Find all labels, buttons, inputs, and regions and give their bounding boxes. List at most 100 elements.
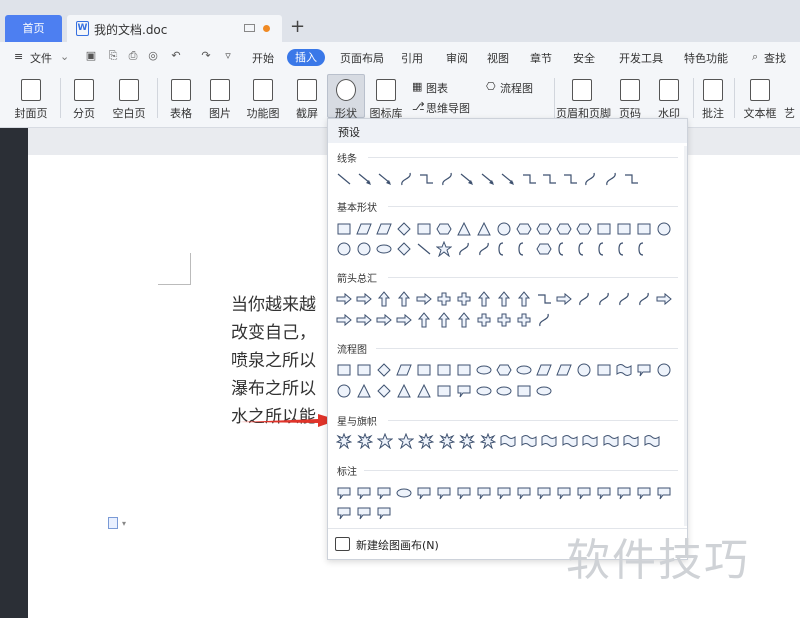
callout-shape-2[interactable]	[356, 485, 372, 501]
doc-line-3[interactable]: 喷泉之所以	[231, 346, 316, 371]
menu-view[interactable]: 视图	[487, 50, 509, 66]
callout-shape-15[interactable]	[616, 485, 632, 501]
basic-shape-4[interactable]	[396, 221, 412, 237]
flowchart-shape-b-3[interactable]	[376, 383, 392, 399]
line-shape-3[interactable]	[377, 171, 393, 187]
callout-shape-17[interactable]	[656, 485, 672, 501]
arrow-shape-7[interactable]	[456, 291, 472, 307]
menu-reference[interactable]: 引用	[401, 50, 423, 66]
arrow-shape-b-7[interactable]	[456, 312, 472, 328]
arrow-shape-5[interactable]	[416, 291, 432, 307]
star-shape-11[interactable]	[541, 433, 557, 449]
table-button[interactable]: 表格	[162, 72, 200, 128]
flowchart-shape-5[interactable]	[416, 362, 432, 378]
basic-shape-13[interactable]	[576, 221, 592, 237]
star-shape-9[interactable]	[500, 433, 516, 449]
arrow-shape-3[interactable]	[376, 291, 392, 307]
arrow-shape-14[interactable]	[596, 291, 612, 307]
comment-button[interactable]: 批注	[696, 72, 730, 128]
art-text-button[interactable]: 艺	[784, 72, 800, 128]
basic-shape-b-12[interactable]	[556, 241, 572, 257]
flowchart-shape-13[interactable]	[576, 362, 592, 378]
arrow-shape-13[interactable]	[576, 291, 592, 307]
flowchart-shape-b-1[interactable]	[336, 383, 352, 399]
basic-shape-17[interactable]	[656, 221, 672, 237]
star-shape-6[interactable]	[438, 433, 455, 449]
star-shape-5[interactable]	[418, 433, 434, 449]
line-shape-9[interactable]	[500, 171, 516, 187]
star-shape-16[interactable]	[644, 433, 660, 449]
flowchart-shape-4[interactable]	[396, 362, 412, 378]
textbox-button[interactable]: 文本框	[737, 72, 783, 128]
menu-features[interactable]: 特色功能	[684, 50, 728, 66]
basic-shape-3[interactable]	[376, 221, 392, 237]
flowchart-shape-b-11[interactable]	[536, 383, 552, 399]
callout-shape-8[interactable]	[476, 485, 492, 501]
basic-shape-b-16[interactable]	[636, 241, 652, 257]
search-icon[interactable]: ⌕	[752, 50, 758, 64]
basic-shape-7[interactable]	[456, 221, 472, 237]
flowchart-shape-10[interactable]	[516, 362, 532, 378]
flowchart-shape-8[interactable]	[476, 362, 492, 378]
line-shape-15[interactable]	[623, 171, 639, 187]
doc-options-icon[interactable]	[108, 517, 118, 529]
doc-line-2[interactable]: 改变自己，	[231, 318, 316, 343]
arrow-shape-12[interactable]	[556, 291, 572, 307]
canvas-icon[interactable]	[335, 537, 350, 551]
scrollbar[interactable]	[684, 146, 687, 526]
arrow-shape-16[interactable]	[636, 291, 652, 307]
star-shape-8[interactable]	[479, 433, 496, 449]
line-shape-14[interactable]	[603, 171, 619, 187]
callout-shape-11[interactable]	[536, 485, 552, 501]
basic-shape-b-13[interactable]	[576, 241, 592, 257]
chart-icon[interactable]: ▦	[412, 80, 422, 93]
menu-review[interactable]: 审阅	[446, 50, 468, 66]
arrow-shape-1[interactable]	[336, 291, 352, 307]
function-chart-button[interactable]: 功能图	[240, 72, 286, 128]
flowchart-shape-b-2[interactable]	[356, 383, 372, 399]
monitor-icon[interactable]	[244, 24, 255, 32]
star-shape-7[interactable]	[459, 433, 475, 449]
arrow-shape-11[interactable]	[536, 291, 552, 307]
basic-shape-b-9[interactable]	[496, 241, 512, 257]
line-shape-12[interactable]	[562, 171, 578, 187]
flowchart-shape-6[interactable]	[436, 362, 452, 378]
callout-shape-b-2[interactable]	[356, 505, 372, 521]
star-shape-13[interactable]	[582, 433, 598, 449]
basic-shape-b-1[interactable]	[336, 241, 352, 257]
callout-shape-b-3[interactable]	[376, 505, 392, 521]
star-shape-4[interactable]	[397, 433, 414, 449]
star-shape-2[interactable]	[356, 433, 373, 449]
line-shape-4[interactable]	[398, 171, 414, 187]
mindmap-button[interactable]: 思维导图	[426, 100, 470, 116]
menu-page-layout[interactable]: 页面布局	[340, 50, 384, 66]
callout-shape-10[interactable]	[516, 485, 532, 501]
menu-developer[interactable]: 开发工具	[619, 50, 663, 66]
chevron-down-icon[interactable]: ⌄	[60, 50, 69, 63]
basic-shape-5[interactable]	[416, 221, 432, 237]
flowchart-shape-7[interactable]	[456, 362, 472, 378]
basic-shape-b-8[interactable]	[476, 241, 492, 257]
redo-icon[interactable]: ↷	[200, 50, 212, 62]
basic-shape-16[interactable]	[636, 221, 652, 237]
flowchart-shape-15[interactable]	[616, 362, 632, 378]
callout-shape-16[interactable]	[636, 485, 652, 501]
callout-shape-7[interactable]	[456, 485, 472, 501]
new-tab-button[interactable]: +	[290, 16, 305, 37]
doc-line-4[interactable]: 瀑布之所以	[231, 374, 316, 399]
callout-shape-5[interactable]	[416, 485, 432, 501]
callout-shape-3[interactable]	[376, 485, 392, 501]
screenshot-button[interactable]: 截屏	[288, 72, 326, 128]
menu-file[interactable]: 文件	[30, 50, 52, 66]
menu-start[interactable]: 开始	[252, 50, 274, 66]
callout-shape-9[interactable]	[496, 485, 512, 501]
print-icon[interactable]: ⎙	[127, 50, 139, 62]
basic-shape-10[interactable]	[516, 221, 532, 237]
hamburger-icon[interactable]: ≡	[14, 50, 23, 63]
flowchart-icon[interactable]: ⎔	[486, 80, 496, 93]
basic-shape-8[interactable]	[476, 221, 492, 237]
callout-shape-14[interactable]	[596, 485, 612, 501]
basic-shape-9[interactable]	[496, 221, 512, 237]
star-shape-3[interactable]	[377, 433, 393, 449]
preview-icon[interactable]: ◎	[147, 50, 159, 62]
